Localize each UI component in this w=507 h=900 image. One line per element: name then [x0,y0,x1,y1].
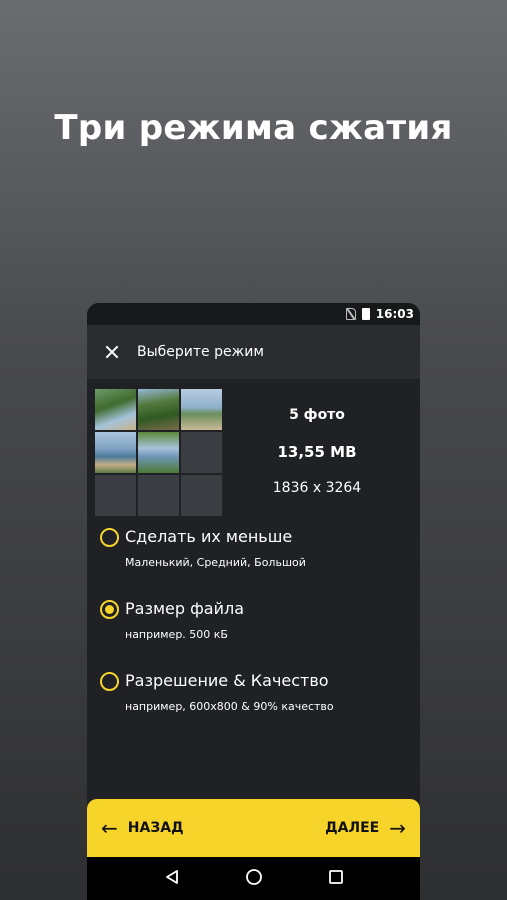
mode-options: Сделать их меньше Маленький, Средний, Бо… [87,519,420,735]
photo-summary: 5 фото 13,55 MB 1836 x 3264 [87,379,420,519]
radio-button[interactable] [100,528,119,547]
promo-headline: Три режима сжатия [54,108,453,148]
photo-thumbnail [95,389,136,430]
option-subtitle: например. 500 кБ [125,628,228,641]
option-subtitle: например, 600x800 & 90% качество [125,700,334,713]
battery-icon [361,308,370,320]
resolution: 1836 x 3264 [272,480,362,496]
close-icon[interactable] [103,343,121,361]
status-time: 16:03 [375,307,414,321]
option-title: Разрешение & Качество [125,671,329,690]
empty-thumbnail-slot [181,432,222,473]
total-size: 13,55 MB [277,443,357,461]
nav-recent-icon[interactable] [328,869,344,889]
next-label: ДАЛЕЕ [325,820,380,836]
phone-screen: 16:03 Выберите режим 5 фото 13,55 MB 183… [87,303,420,900]
system-nav-bar [87,857,420,900]
thumbnail-grid [95,389,222,516]
nav-back-icon[interactable] [164,869,180,889]
photo-thumbnail [138,432,179,473]
arrow-left-icon: ← [101,816,118,840]
bottom-action-bar: ← НАЗАД ДАЛЕЕ → [87,799,420,857]
back-label: НАЗАД [127,820,184,836]
empty-thumbnail-slot [138,475,179,516]
radio-button-selected[interactable] [100,600,119,619]
option-subtitle: Маленький, Средний, Большой [125,556,306,569]
radio-button[interactable] [100,672,119,691]
nav-home-icon[interactable] [245,868,263,890]
option-title: Размер файла [125,599,245,618]
photo-thumbnail [138,389,179,430]
option-title: Сделать их меньше [125,527,293,546]
photo-thumbnail [95,432,136,473]
photo-thumbnail [181,389,222,430]
toolbar-title: Выберите режим [137,344,264,360]
next-button[interactable]: ДАЛЕЕ → [325,818,406,838]
toolbar: Выберите режим [87,325,420,379]
no-sim-icon [345,308,356,320]
arrow-right-icon: → [389,816,406,840]
photo-count: 5 фото [289,407,345,423]
back-button[interactable]: ← НАЗАД [101,818,184,838]
empty-thumbnail-slot [95,475,136,516]
option-make-smaller[interactable]: Сделать их меньше Маленький, Средний, Бо… [87,519,420,591]
option-resolution-quality[interactable]: Разрешение & Качество например, 600x800 … [87,663,420,735]
option-file-size[interactable]: Размер файла например. 500 кБ [87,591,420,663]
empty-thumbnail-slot [181,475,222,516]
status-bar: 16:03 [87,303,420,325]
